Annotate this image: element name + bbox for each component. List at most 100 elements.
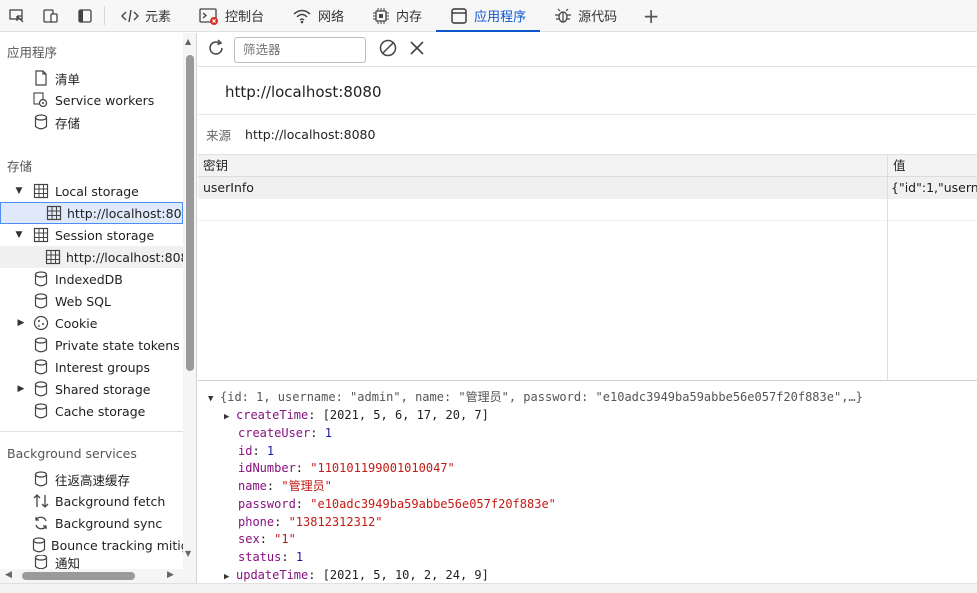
tab-network[interactable]: 网络 [278, 0, 358, 31]
scroll-right-arrow-icon[interactable]: ▶ [167, 570, 174, 580]
sidebar-item-bounce-tracking[interactable]: Bounce tracking mitigations [0, 534, 183, 556]
table-icon [46, 204, 62, 222]
section-title: Background services [7, 445, 137, 461]
filter-input[interactable] [234, 36, 366, 63]
inspect-element-icon[interactable] [0, 0, 34, 31]
tab-label: 控制台 [225, 10, 265, 25]
sync-icon [32, 514, 50, 532]
preview-line-createTime[interactable]: ▶ createTime: [2021, 5, 6, 17, 20, 7] [224, 406, 489, 424]
collapsed-arrow-icon[interactable]: ▶ [14, 318, 28, 328]
console-icon [199, 7, 219, 25]
sidebar-header-storage: 存储 [0, 154, 183, 176]
tab-memory[interactable]: 内存 [358, 0, 436, 31]
sidebar-item-label: Background fetch [55, 493, 166, 509]
tab-label: 应用程序 [474, 10, 527, 25]
json-key: createUser [238, 426, 311, 440]
json-value: "管理员" [281, 479, 332, 493]
tab-sources[interactable]: 源代码 [540, 0, 631, 31]
preview-line-idNumber: idNumber: "110101199001010047" [238, 461, 455, 475]
storage-data-grid: 密钥 值 userInfo {"id":1,"username":"admin"… [198, 155, 977, 381]
wifi-icon [292, 8, 312, 24]
tab-application[interactable]: 应用程序 [436, 0, 541, 32]
sidebar-header-background-services: Background services [0, 442, 183, 464]
sidebar-item-background-sync[interactable]: Background sync [0, 512, 183, 534]
json-value: 1 [324, 426, 332, 440]
sidebar-divider [0, 431, 183, 432]
scroll-down-arrow-icon[interactable]: ▼ [185, 549, 191, 558]
sidebar-item-interest-groups[interactable]: Interest groups [0, 356, 183, 378]
column-header-key[interactable]: 密钥 [198, 155, 887, 177]
json-key: password [238, 497, 296, 511]
sidebar-item-label: Cookie [55, 315, 98, 331]
sidebar-item-session-storage[interactable]: ▼ Session storage [0, 224, 183, 246]
json-key: id [238, 444, 253, 458]
sidebar-item-label: Interest groups [55, 359, 150, 375]
json-value: "e10adc3949ba59abbe56e057f20f883e" [310, 497, 556, 511]
tab-label: 元素 [145, 10, 172, 25]
expand-arrow-icon[interactable]: ▼ [12, 186, 26, 196]
code-icon [121, 8, 139, 24]
tab-label: 源代码 [578, 10, 618, 25]
sidebar-item-shared-storage[interactable]: ▶ Shared storage [0, 378, 183, 400]
database-icon [32, 358, 50, 376]
sidebar-item-label: Private state tokens [55, 337, 180, 353]
delete-selected-icon[interactable] [408, 39, 426, 60]
row-key-cell[interactable]: userInfo [198, 177, 887, 199]
scrollbar-thumb[interactable] [186, 55, 194, 371]
sidebar-item-session-origin[interactable]: http://localhost:8080 [0, 246, 183, 268]
origin-value: http://localhost:8080 [245, 127, 376, 142]
preview-line-password: password: "e10adc3949ba59abbe56e057f20f8… [238, 497, 556, 511]
bug-icon [554, 7, 572, 25]
collapsed-arrow-icon[interactable]: ▶ [224, 408, 236, 426]
tab-console[interactable]: 控制台 [185, 0, 278, 31]
sidebar-item-bfcache[interactable]: 往返高速缓存 [0, 468, 183, 490]
bottom-drawer-edge [0, 583, 977, 593]
clear-all-icon[interactable] [378, 38, 398, 61]
sidebar-item-notifications[interactable]: 通知 [0, 555, 183, 569]
scroll-up-arrow-icon[interactable]: ▲ [185, 37, 191, 46]
sidebar-item-service-workers[interactable]: Service workers [0, 89, 183, 111]
sidebar-item-websql[interactable]: Web SQL [0, 290, 183, 312]
add-tab-button[interactable]: + [631, 0, 671, 31]
storage-panel: http://localhost:8080 来源 http://localhos… [198, 33, 977, 593]
column-divider[interactable] [887, 155, 888, 381]
database-icon [32, 536, 46, 554]
sidebar-item-local-storage[interactable]: ▼ Local storage [0, 180, 183, 202]
application-icon [450, 7, 468, 25]
sidebar-item-label: IndexedDB [55, 271, 123, 287]
toolbar-divider [104, 6, 105, 25]
sidebar-item-background-fetch[interactable]: Background fetch [0, 490, 183, 512]
scroll-left-arrow-icon[interactable]: ◀ [5, 570, 12, 580]
sidebar-item-label: Service workers [55, 92, 155, 108]
table-row-empty[interactable] [198, 199, 977, 221]
sidebar-horizontal-scrollbar[interactable]: ◀ ▶ [0, 569, 183, 583]
refresh-icon[interactable] [206, 38, 226, 61]
sidebar-item-indexeddb[interactable]: IndexedDB [0, 268, 183, 290]
json-value: "13812312312" [288, 515, 383, 529]
sidebar-item-label: Cache storage [55, 403, 146, 419]
device-toolbar-icon[interactable] [34, 0, 68, 31]
scrollbar-thumb[interactable] [22, 572, 135, 580]
sidebar-item-private-state-tokens[interactable]: Private state tokens [0, 334, 183, 356]
preview-summary-line[interactable]: ▼ {id: 1, username: "admin", name: "管理员",… [208, 388, 863, 406]
collapsed-arrow-icon[interactable]: ▶ [14, 384, 28, 394]
sidebar-vertical-scrollbar[interactable]: ▲ ▼ [183, 33, 196, 593]
expanded-arrow-icon[interactable]: ▼ [208, 390, 220, 408]
column-header-value[interactable]: 值 [888, 155, 977, 177]
value-preview: ▼ {id: 1, username: "admin", name: "管理员",… [198, 385, 977, 593]
sidebar-item-cache-storage[interactable]: Cache storage [0, 400, 183, 422]
table-icon [32, 226, 50, 244]
preview-line-name: name: "管理员" [238, 479, 332, 493]
sidebar-item-manifest[interactable]: 清单 [0, 67, 183, 89]
preview-line-status: status: 1 [238, 550, 304, 564]
sidebar-item-storage[interactable]: 存储 [0, 111, 183, 133]
json-value: "110101199001010047" [310, 461, 455, 475]
preview-line-updateTime[interactable]: ▶ updateTime: [2021, 5, 10, 2, 24, 9] [224, 566, 489, 584]
tab-elements[interactable]: 元素 [107, 0, 185, 31]
dock-sidebar-icon[interactable] [68, 0, 102, 31]
expand-arrow-icon[interactable]: ▼ [12, 230, 26, 240]
sidebar-item-local-origin[interactable]: http://localhost:8080 [0, 202, 183, 224]
row-value-cell[interactable]: {"id":1,"username":"admin","name":"管理员" [888, 177, 977, 199]
database-icon [32, 555, 50, 569]
sidebar-item-cookie[interactable]: ▶ Cookie [0, 312, 183, 334]
